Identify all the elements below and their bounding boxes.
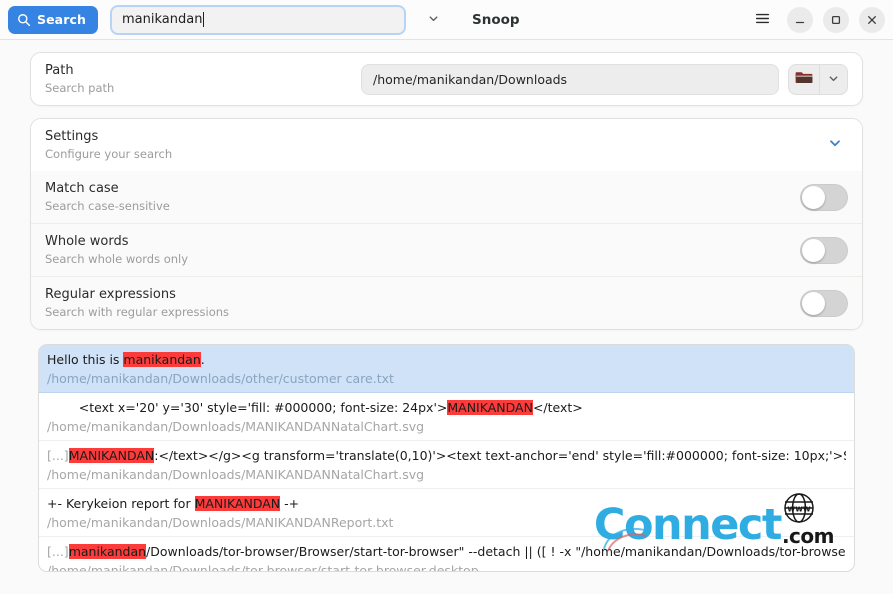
browse-folder-button[interactable] (788, 63, 820, 95)
result-line-post: :</text></g><g transform='translate(0,10… (154, 448, 846, 463)
result-line: Hello this is manikandan. (47, 350, 846, 369)
window-controls (747, 0, 885, 40)
result-line-pre: [...] (47, 544, 69, 559)
search-icon (17, 13, 31, 27)
settings-row-title: Settings (45, 129, 99, 144)
result-item[interactable]: +- Kerykeion report for MANIKANDAN -+ /h… (39, 489, 854, 537)
result-match-highlight: MANIKANDAN (447, 400, 533, 415)
result-match-highlight: manikandan (68, 544, 147, 559)
result-line-pre: [...] (47, 448, 69, 463)
whole-words-toggle[interactable] (800, 236, 848, 264)
pref-texts: Whole words Search whole words only (45, 233, 800, 267)
settings-card: Settings Configure your search Match cas… (30, 118, 863, 330)
pref-subtitle: Search whole words only (45, 252, 189, 266)
search-button-label: Search (37, 12, 86, 27)
pref-subtitle: Search case-sensitive (45, 199, 170, 213)
search-input[interactable]: manikandan (110, 4, 406, 35)
settings-expander-toggle[interactable] (822, 132, 848, 158)
result-line-post: </text> (532, 400, 583, 415)
search-button[interactable]: Search (8, 5, 98, 34)
result-path: /home/manikandan/Downloads/MANIKANDANNat… (47, 467, 425, 482)
result-item[interactable]: Hello this is manikandan. /home/manikand… (39, 345, 854, 393)
result-path: /home/manikandan/Downloads/MANIKANDANRep… (47, 515, 394, 530)
result-match-highlight: manikandan (123, 352, 201, 367)
toggle-knob (802, 238, 825, 262)
result-path: /home/manikandan/Downloads/tor-browser/s… (47, 563, 479, 572)
text-caret (203, 12, 205, 27)
toggle-knob (802, 291, 825, 315)
result-line-pre: <text x='20' y='30' style='fill: #000000… (47, 400, 448, 415)
menu-icon (754, 10, 771, 31)
result-line: [...]MANIKANDAN:</text></g><g transform=… (47, 446, 846, 465)
search-input-value: manikandan (122, 12, 203, 27)
header-bar: Search manikandan Snoop (0, 0, 893, 40)
result-path: /home/manikandan/Downloads/MANIKANDANNat… (47, 419, 425, 434)
close-button[interactable] (859, 7, 885, 33)
path-input-value: /home/manikandan/Downloads (373, 71, 568, 87)
result-item[interactable]: [...]MANIKANDAN:</text></g><g transform=… (39, 441, 854, 489)
result-line-post: /Downloads/tor-browser/Browser/start-tor… (146, 544, 846, 559)
pref-title: Regular expressions (45, 287, 176, 302)
pref-subtitle: Search with regular expressions (45, 305, 230, 319)
settings-row-subtitle: Configure your search (45, 147, 173, 161)
maximize-icon (830, 14, 842, 26)
content-area: Path Search path /home/manikandan/Downlo… (0, 40, 893, 572)
toggle-knob (802, 185, 825, 209)
chevron-down-icon (827, 135, 843, 155)
chevron-down-icon (427, 10, 440, 29)
chevron-down-icon (827, 70, 840, 89)
result-item[interactable]: <text x='20' y='30' style='fill: #000000… (39, 393, 854, 441)
result-match-highlight: MANIKANDAN (68, 448, 155, 463)
folder-icon (795, 69, 813, 89)
results-list[interactable]: Hello this is manikandan. /home/manikand… (38, 344, 855, 572)
result-path: /home/manikandan/Downloads/other/custome… (47, 371, 394, 386)
result-match-highlight: MANIKANDAN (194, 496, 281, 511)
result-line-post: . (200, 352, 205, 367)
result-line: [...]manikandan/Downloads/tor-browser/Br… (47, 542, 846, 561)
result-line: <text x='20' y='30' style='fill: #000000… (47, 398, 846, 417)
path-row-texts: Path Search path (45, 62, 361, 96)
settings-row-texts: Settings Configure your search (45, 128, 822, 162)
main-menu-button[interactable] (747, 5, 777, 35)
pref-row-regular-expressions: Regular expressions Search with regular … (31, 276, 862, 329)
result-line: +- Kerykeion report for MANIKANDAN -+ (47, 494, 846, 513)
result-line-post: -+ (280, 496, 300, 511)
minimize-icon (794, 14, 806, 26)
path-row-subtitle: Search path (45, 81, 115, 95)
match-case-toggle[interactable] (800, 183, 848, 211)
close-icon (866, 14, 878, 26)
regex-toggle[interactable] (800, 289, 848, 317)
pref-texts: Regular expressions Search with regular … (45, 286, 800, 320)
result-line-pre: Hello this is (47, 352, 124, 367)
path-row-title: Path (45, 63, 74, 78)
pref-texts: Match case Search case-sensitive (45, 180, 800, 214)
settings-expander-row[interactable]: Settings Configure your search (31, 119, 862, 171)
path-row: Path Search path /home/manikandan/Downlo… (31, 53, 862, 105)
pref-title: Whole words (45, 234, 129, 249)
pref-row-match-case: Match case Search case-sensitive (31, 171, 862, 223)
pref-title: Match case (45, 181, 119, 196)
preferences-list: Match case Search case-sensitive Whole w… (31, 171, 862, 329)
minimize-button[interactable] (787, 7, 813, 33)
pref-row-whole-words: Whole words Search whole words only (31, 223, 862, 276)
app-title: Snoop (472, 11, 520, 28)
path-input[interactable]: /home/manikandan/Downloads (361, 63, 779, 95)
path-card: Path Search path /home/manikandan/Downlo… (30, 52, 863, 106)
result-line-pre: +- Kerykeion report for (47, 496, 195, 511)
result-item[interactable]: [...]manikandan/Downloads/tor-browser/Br… (39, 537, 854, 572)
maximize-button[interactable] (823, 7, 849, 33)
search-history-dropdown[interactable] (416, 5, 450, 35)
path-dropdown-button[interactable] (820, 63, 848, 95)
